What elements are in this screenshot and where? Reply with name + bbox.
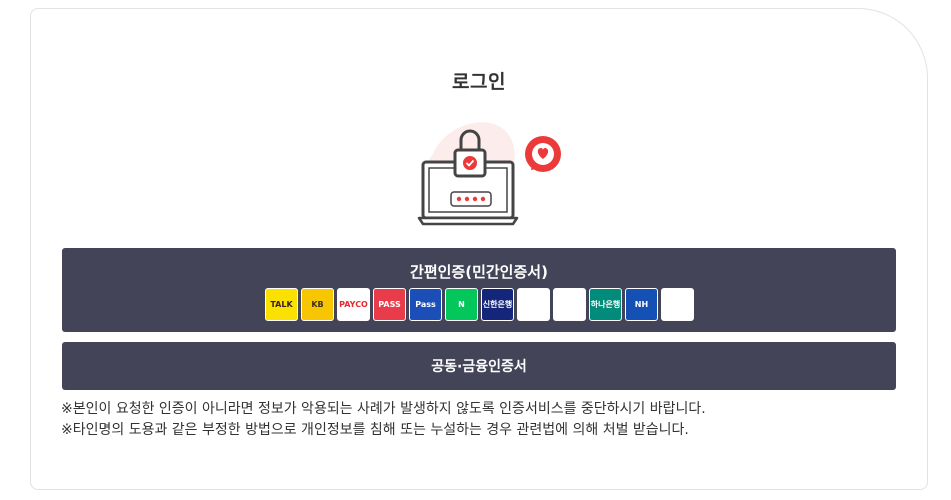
- notice-text: ※본인이 요청한 인증이 아니라면 정보가 악용되는 사례가 발생하지 않도록 …: [61, 399, 706, 441]
- notice-line-1: ※본인이 요청한 인증이 아니라면 정보가 악용되는 사례가 발생하지 않도록 …: [61, 401, 706, 417]
- cert-auth-button[interactable]: 공동·금융인증서: [62, 342, 896, 390]
- payco-icon[interactable]: PAYCO: [337, 288, 370, 321]
- page-title: 로그인: [452, 71, 506, 93]
- samsung-pass-icon[interactable]: Pass: [409, 288, 442, 321]
- pass-icon[interactable]: PASS: [373, 288, 406, 321]
- shinhan-icon[interactable]: 신한은행: [481, 288, 514, 321]
- simple-auth-label: 간편인증(민간인증서): [410, 263, 548, 281]
- login-card: 로그인 간편인증(민간인증서) TALK KB PAYCO PASS Pass N 신한은행…: [30, 8, 928, 490]
- kb-icon[interactable]: KB: [301, 288, 334, 321]
- kakao-talk-icon[interactable]: TALK: [265, 288, 298, 321]
- toss-icon[interactable]: [517, 288, 550, 321]
- shinhan-card-icon[interactable]: [661, 288, 694, 321]
- nh-icon[interactable]: NH: [625, 288, 658, 321]
- provider-icon-list: TALK KB PAYCO PASS Pass N 신한은행 하나은행 NH: [265, 288, 694, 321]
- bank-salad-icon[interactable]: [553, 288, 586, 321]
- laptop-lock-illustration: [417, 122, 561, 226]
- notice-line-2: ※타인명의 도용과 같은 부정한 방법으로 개인정보를 침해 또는 누설하는 경…: [61, 422, 689, 438]
- simple-auth-button[interactable]: 간편인증(민간인증서) TALK KB PAYCO PASS Pass N 신한은행 하나은행…: [62, 248, 896, 332]
- naver-icon[interactable]: N: [445, 288, 478, 321]
- cert-auth-label: 공동·금융인증서: [431, 359, 527, 375]
- hana-icon[interactable]: 하나은행: [589, 288, 622, 321]
